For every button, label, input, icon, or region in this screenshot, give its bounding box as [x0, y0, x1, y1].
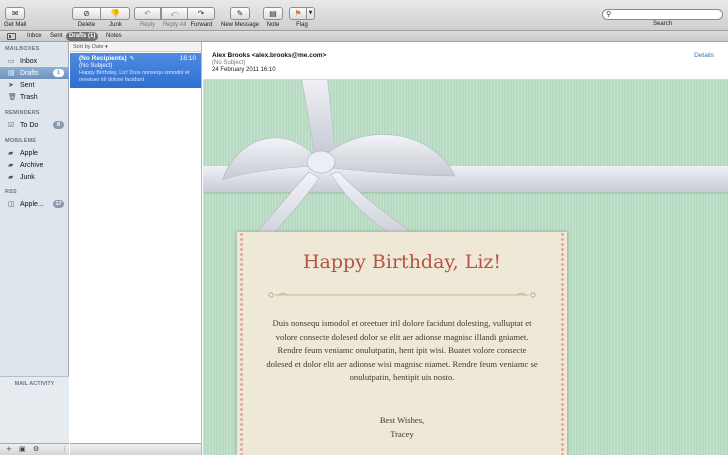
rss-count-badge: 17 [53, 200, 64, 208]
flag-button[interactable]: ⚑ ▼ Flag [289, 7, 315, 28]
sidebar-item-drafts[interactable]: ▤ Drafts 1 [0, 67, 69, 79]
message-subject: (No Subject) [79, 63, 113, 69]
message-preview: Happy Birthday, Liz! Duis nonsequ ismodo… [79, 70, 190, 83]
forward-label: Forward [190, 22, 213, 28]
message-from: (No Recipients) [79, 55, 127, 62]
message-header: Alex Brooks <alex.brooks@me.com> (No Sub… [203, 42, 728, 80]
message-list: Sort by Date ▾ (No Recipients) ✎ 16:10 (N… [70, 42, 202, 455]
sidebar-item-todo[interactable]: ☑ To Do 8 [0, 119, 69, 131]
header-subject: (No Subject) [212, 60, 246, 66]
show-activity-icon[interactable]: ▣ [19, 446, 26, 453]
header-from: Alex Brooks <alex.brooks@me.com> [212, 52, 327, 59]
message-time: 16:10 [179, 55, 196, 62]
folder-icon: ▰ [8, 173, 14, 181]
mailboxes-header: MAILBOXES [5, 46, 40, 52]
rss-header: RSS [5, 189, 17, 195]
sort-bar[interactable]: Sort by Date ▾ [70, 42, 201, 52]
header-date: 24 February 2011 16:10 [212, 67, 276, 73]
todo-count-badge: 8 [53, 121, 64, 129]
birthday-stationery: Happy Birthday, Liz! Duis nonsequ ismodo… [203, 80, 728, 455]
card-signoff: Best Wishes, [379, 415, 425, 425]
sort-label: Sort by Date [73, 44, 104, 50]
flag-icon: ⚑ [294, 8, 302, 18]
envelope-icon: ✉ [11, 8, 19, 18]
sidebar-item-sent[interactable]: ➤ Sent [0, 79, 69, 91]
reply-all-button[interactable]: ⤺ [161, 7, 188, 20]
mail-activity-label: MAIL ACTIVITY [14, 381, 55, 387]
paperclip-icon: ✎ [129, 55, 135, 62]
card-body: Duis nonsequ ismodol et oreetuer iril do… [266, 318, 538, 383]
junk-button[interactable]: 👎 [101, 7, 130, 20]
add-mailbox-icon[interactable]: + [6, 446, 12, 453]
chevron-down-icon: ▼ [308, 10, 313, 16]
reply-icon: ↶ [144, 8, 151, 18]
search-label: Search [652, 21, 672, 27]
card-signature: Tracey [390, 429, 414, 439]
sidebar-item-inbox[interactable]: ▭ Inbox [0, 55, 69, 67]
card-divider [268, 292, 536, 298]
sidebar-item-apple[interactable]: ▰ Apple [0, 147, 69, 159]
drafts-icon: ▤ [8, 69, 15, 77]
delete-label: Delete [77, 22, 96, 28]
flag-menu-button[interactable]: ▼ [307, 7, 315, 20]
search-icon: ⚲ [606, 10, 612, 18]
get-mail-button[interactable]: ✉ Get Mail [4, 7, 26, 28]
drafts-count-badge: 1 [53, 69, 64, 77]
delete-button[interactable]: ⊘ [72, 7, 101, 20]
card-signature-block: Best Wishes, Tracey [237, 413, 567, 441]
reply-all-label: Reply All [162, 22, 187, 28]
thumbs-down-icon: 👎 [110, 8, 120, 18]
reply-all-icon: ⤺ [170, 8, 179, 18]
inbox-icon: ▭ [8, 57, 15, 65]
favorite-drafts[interactable]: Drafts (1) [66, 32, 99, 41]
note-icon: ▤ [269, 8, 277, 18]
sidebar-item-junk[interactable]: ▰ Junk [0, 171, 69, 183]
reply-group: ↶ ⤺ ↷ Reply Reply All Forward [134, 7, 215, 28]
list-item[interactable]: (No Recipients) ✎ 16:10 (No Subject) Happ… [70, 53, 201, 88]
sidebar-item-trash[interactable]: 🗑 Trash [0, 91, 69, 103]
note-button[interactable]: ▤ Note [263, 7, 283, 28]
junk-label: Junk [109, 22, 122, 28]
mailbox-sidebar: MAILBOXES ▭ Inbox ▤ Drafts 1 ➤ Sent 🗑 Tr… [0, 42, 69, 455]
compose-icon: ✎ [236, 8, 244, 18]
reading-pane: Alex Brooks <alex.brooks@me.com> (No Sub… [203, 42, 728, 455]
rss-icon: ◫ [8, 200, 15, 208]
message-list-bottom-bar [70, 443, 201, 455]
chevron-down-icon: ▾ [105, 44, 108, 50]
show-hide-mailboxes-icon[interactable] [7, 33, 16, 40]
reply-label: Reply [139, 22, 156, 28]
new-message-button[interactable]: ✎ New Message [221, 7, 259, 28]
toolbar: ✉ Get Mail ⊘ 👎 Delete Junk ↶ ⤺ ↷ Reply R… [0, 0, 728, 31]
folder-icon: ▰ [8, 161, 14, 169]
todo-icon: ☑ [8, 121, 15, 129]
delete-junk-group: ⊘ 👎 Delete Junk [72, 7, 130, 28]
gear-icon[interactable]: ⚙ [33, 446, 39, 453]
favorites-bar: Inbox Sent Drafts (1) Notes [0, 31, 728, 42]
sidebar-bottom-bar: + ▣ ⚙ ⋮ [0, 443, 69, 455]
sent-icon: ➤ [8, 81, 14, 89]
reply-button[interactable]: ↶ [134, 7, 161, 20]
trash-icon: 🗑 [8, 93, 17, 101]
favorite-sent[interactable]: Sent [47, 32, 65, 41]
favorite-inbox[interactable]: Inbox [24, 32, 45, 41]
forward-icon: ↷ [197, 8, 205, 18]
birthday-card: Happy Birthday, Liz! Duis nonsequ ismodo… [237, 232, 567, 455]
sidebar-item-archive[interactable]: ▰ Archive [0, 159, 69, 171]
sidebar-item-rss-apple[interactable]: ◫ Apple... 17 [0, 198, 69, 210]
reminders-header: REMINDERS [5, 110, 40, 116]
card-title: Happy Birthday, Liz! [302, 251, 502, 273]
resize-handle-icon[interactable]: ⋮ [61, 446, 68, 453]
details-link[interactable]: Details [694, 52, 714, 59]
mail-activity-panel: MAIL ACTIVITY [0, 376, 69, 447]
mobileme-header: MOBILEME [5, 138, 37, 144]
delete-icon: ⊘ [83, 8, 90, 18]
favorite-notes[interactable]: Notes [103, 32, 125, 41]
forward-button[interactable]: ↷ [188, 7, 215, 20]
folder-icon: ▰ [8, 149, 14, 157]
search-input[interactable]: ⚲ [602, 9, 723, 20]
